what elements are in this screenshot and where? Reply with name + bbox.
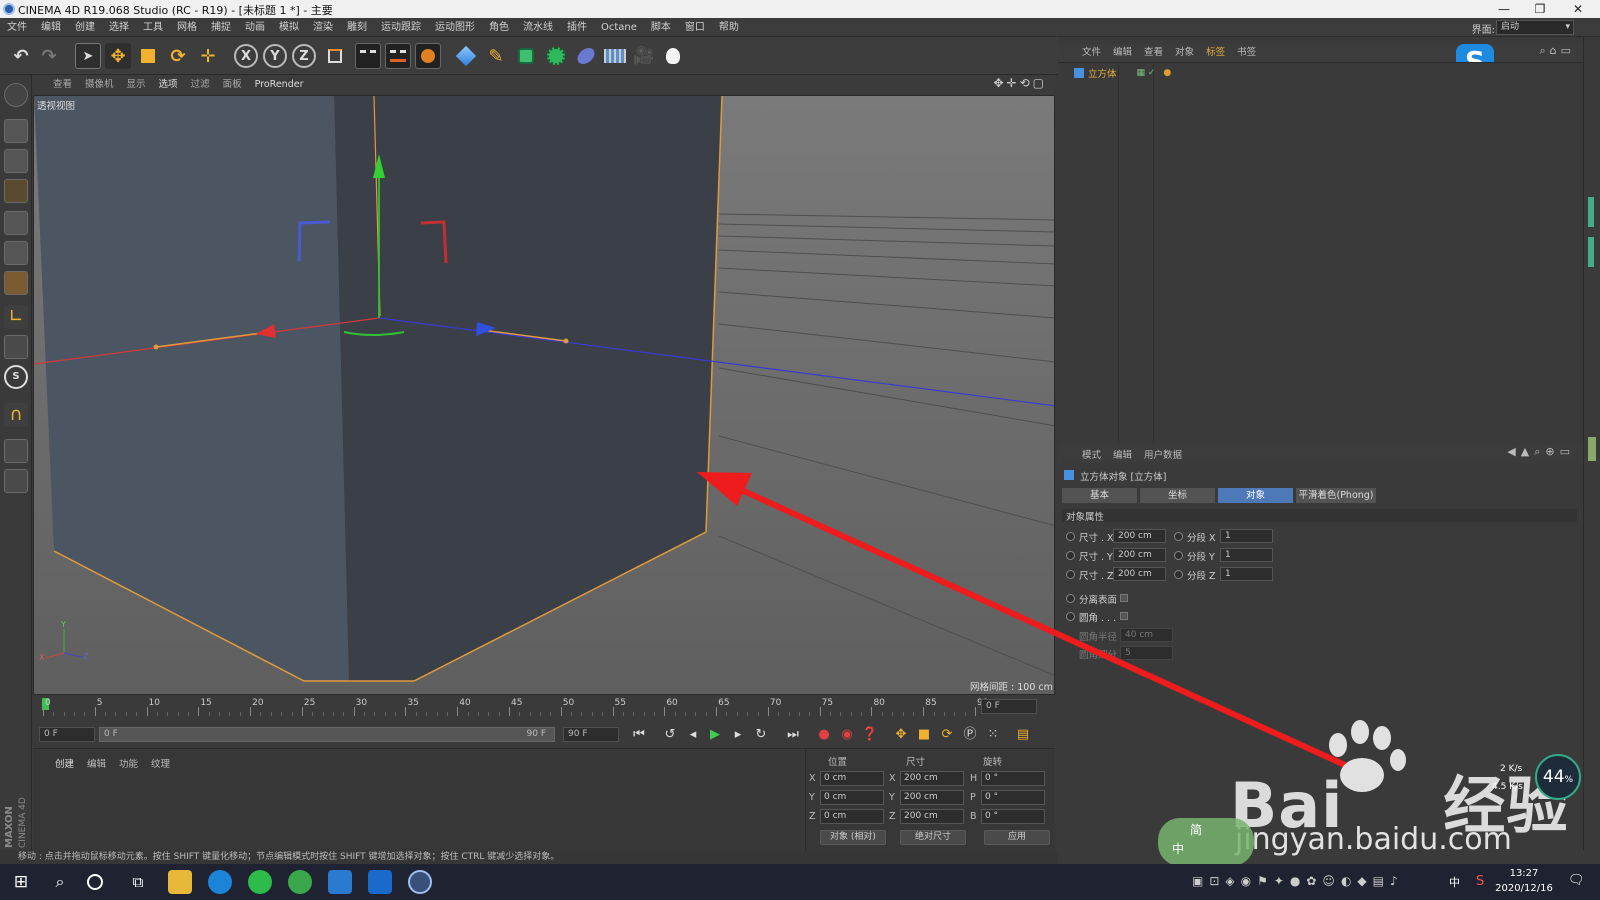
wechat-icon[interactable]	[248, 870, 272, 894]
file-explorer-icon[interactable]	[168, 870, 192, 894]
windows-taskbar: ⊞ ⌕ ⧉ ▣⊡◈◉⚑✦●✿☺◐◆▤♪ 中 S 13:27 2020/12/16…	[0, 864, 1600, 900]
net-upload-speed: 2 K/s	[1500, 764, 1523, 774]
tray-time[interactable]: 13:27	[1494, 868, 1554, 879]
notification-center-icon[interactable]: 🗨	[1568, 873, 1585, 888]
red-annotation-arrow	[733, 484, 1347, 768]
tray-language[interactable]: 中	[1449, 874, 1460, 890]
cinema4d-taskbar-icon[interactable]	[408, 870, 432, 894]
cpu-usage-unit: %	[1564, 775, 1574, 785]
cpu-usage-gauge[interactable]: 44%	[1535, 754, 1581, 800]
ime-indicator[interactable]: 简 中	[1158, 818, 1254, 866]
ime-chinese-label: 中	[1172, 842, 1185, 856]
app-blue-icon[interactable]	[328, 870, 352, 894]
cpu-usage-value: 44	[1542, 767, 1565, 787]
tray-date[interactable]: 2020/12/16	[1494, 883, 1554, 894]
task-view-icon[interactable]: ⧉	[126, 870, 150, 894]
watermark-url: jingyan.baidu.com	[1235, 822, 1512, 857]
windows-start-icon[interactable]: ⊞	[9, 870, 33, 894]
sogou-tray-icon[interactable]: S	[1476, 874, 1484, 889]
net-download-speed: 4.5 K/s	[1492, 782, 1523, 792]
search-icon[interactable]: ⌕	[48, 870, 72, 894]
browser-360-icon[interactable]	[288, 870, 312, 894]
edge-browser-icon[interactable]	[208, 870, 232, 894]
ime-simplified-label: 简	[1190, 823, 1203, 837]
system-tray-icons[interactable]: ▣⊡◈◉⚑✦●✿☺◐◆▤♪	[1192, 874, 1404, 888]
red-arrow-head	[697, 472, 752, 506]
app-u-icon[interactable]	[368, 870, 392, 894]
cortana-icon[interactable]	[87, 874, 103, 890]
